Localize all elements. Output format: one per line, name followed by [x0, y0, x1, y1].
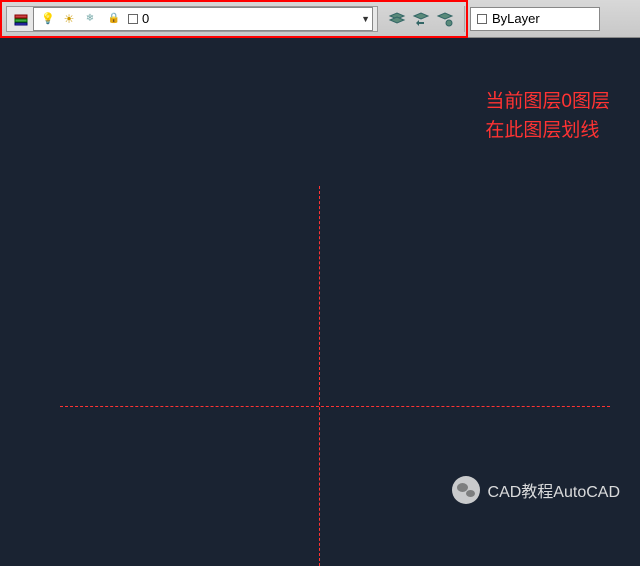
drawing-area[interactable]: 当前图层0图层 在此图层划线 CAD教程AutoCAD — [0, 38, 640, 522]
layer-name: 0 — [142, 11, 149, 26]
annotation-line2: 在此图层划线 — [485, 117, 610, 146]
layer-properties-icon[interactable] — [11, 9, 31, 29]
sun-icon — [62, 12, 76, 26]
color-dropdown[interactable]: ByLayer — [470, 7, 600, 31]
bulb-icon — [38, 9, 58, 29]
watermark-text: CAD教程AutoCAD — [488, 478, 620, 502]
layer-isolate-icon[interactable] — [434, 8, 456, 30]
layer-previous-icon[interactable] — [410, 8, 432, 30]
lock-icon — [104, 9, 124, 29]
crosshair-horizontal — [60, 406, 610, 407]
toolbar-separator — [464, 6, 466, 32]
annotation-line1: 当前图层0图层 — [485, 88, 610, 117]
layer-panel: 0 ▼ — [6, 6, 378, 32]
toolbar: 0 ▼ ByLayer — [0, 0, 640, 38]
watermark: CAD教程AutoCAD — [452, 476, 620, 504]
color-swatch — [477, 14, 487, 24]
crosshair-vertical — [319, 186, 320, 566]
layer-states-icon[interactable] — [386, 8, 408, 30]
layer-color-swatch — [128, 14, 138, 24]
freeze-icon — [80, 9, 100, 29]
annotation-text: 当前图层0图层 在此图层划线 — [485, 88, 610, 145]
layer-tools — [382, 8, 460, 30]
color-label: ByLayer — [492, 11, 540, 26]
layer-dropdown[interactable]: 0 ▼ — [33, 7, 373, 31]
wechat-icon — [452, 476, 480, 504]
chevron-down-icon: ▼ — [361, 14, 370, 24]
